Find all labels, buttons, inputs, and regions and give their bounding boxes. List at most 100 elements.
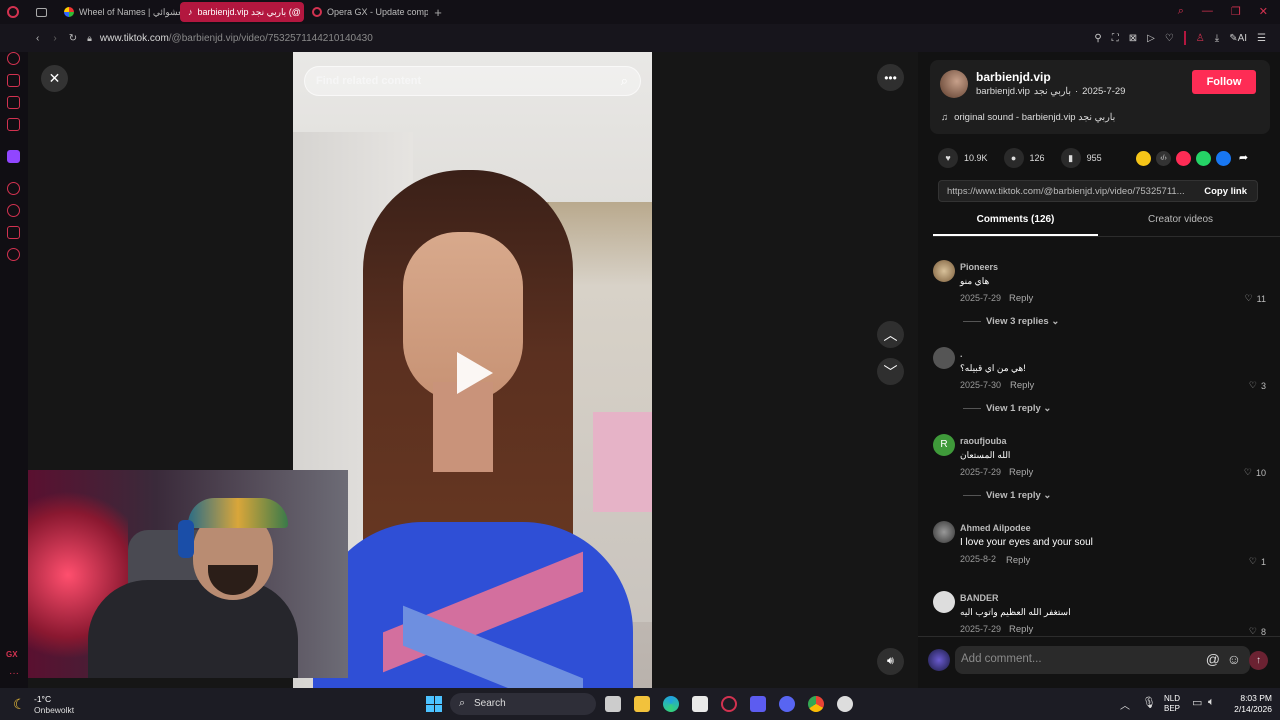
comment-username[interactable]: Ahmed Ailpodee — [960, 523, 1031, 533]
windows-start-icon[interactable] — [426, 696, 442, 712]
comment-like[interactable]: ♡ 3 — [1249, 380, 1266, 391]
reply-button[interactable]: Reply — [1010, 380, 1034, 391]
reply-button[interactable]: Reply — [1009, 467, 1033, 478]
sidebar-chat-icon[interactable] — [7, 226, 20, 239]
sidebar-twitch-icon[interactable] — [7, 150, 20, 163]
share-arrow-icon[interactable]: ➦ — [1236, 151, 1251, 166]
pin-icon[interactable]: ⚲ — [1094, 33, 1101, 44]
previous-video-button[interactable]: ︿ — [877, 321, 904, 348]
adblock-icon[interactable]: ⊠ — [1129, 33, 1137, 44]
sound-link[interactable]: ♫ original sound - barbienjd.vip باربي ن… — [941, 112, 1115, 123]
tab-comments[interactable]: Comments (126) — [933, 214, 1098, 236]
obs-icon[interactable] — [837, 696, 853, 712]
post-comment-button[interactable]: ↑ — [1249, 651, 1268, 670]
author-username[interactable]: barbienjd.vip — [976, 70, 1051, 84]
comment-avatar[interactable] — [933, 260, 955, 282]
reply-button[interactable]: Reply — [1006, 555, 1030, 566]
sidebar-store-icon[interactable] — [7, 74, 20, 87]
comment-avatar[interactable] — [933, 591, 955, 613]
profile-icon[interactable]: ♙ — [1196, 33, 1205, 44]
heart-bookmark-icon[interactable]: ♡ — [1165, 33, 1174, 44]
comment-username[interactable]: raoufjouba — [960, 436, 1007, 446]
discord-icon[interactable] — [779, 696, 795, 712]
repost-icon[interactable] — [1136, 151, 1151, 166]
next-video-button[interactable]: ﹀ — [877, 358, 904, 385]
find-related-search[interactable]: Find related content ⌕ — [304, 66, 641, 96]
send-icon[interactable] — [1176, 151, 1191, 166]
sidebar-gx-icon[interactable]: GX — [6, 650, 18, 659]
sidebar-history-icon[interactable] — [7, 204, 20, 217]
comment-like[interactable]: ♡ 11 — [1245, 293, 1266, 304]
tray-chevron-icon[interactable]: ︿ — [1120, 697, 1130, 712]
minimize-icon[interactable]: — — [1202, 5, 1213, 18]
reply-button[interactable]: Reply — [1009, 624, 1033, 635]
forward-icon[interactable]: › — [53, 33, 56, 44]
back-icon[interactable]: ‹ — [36, 33, 39, 44]
player-icon[interactable]: ▷ — [1147, 33, 1155, 44]
tab-tiktok[interactable]: ♪ barbienjd.vip باربي نجد (@ — [180, 2, 304, 22]
search-tabs-icon[interactable]: ⌕ — [1178, 5, 1184, 18]
sidebar-more-icon[interactable]: ··· — [9, 668, 19, 679]
tab-wheel-of-names[interactable]: Wheel of Names | العشوائي — [56, 2, 180, 22]
mention-icon[interactable]: @ — [1206, 651, 1220, 667]
sidebar-gx-corner-icon[interactable] — [7, 52, 20, 65]
comment-username[interactable]: . — [960, 349, 963, 359]
taskbar-search[interactable]: ⌕ Search — [450, 693, 596, 715]
opera-logo-icon[interactable] — [0, 0, 26, 24]
ai-button[interactable]: ✎AI — [1229, 33, 1247, 44]
menu-icon[interactable]: ☰ — [1257, 33, 1266, 44]
copy-link-button[interactable]: Copy link — [1204, 186, 1247, 197]
speaker-icon[interactable]: 🔈︎ — [1208, 696, 1215, 709]
maximize-icon[interactable]: ❐ — [1231, 5, 1241, 18]
facebook-icon[interactable] — [1216, 151, 1231, 166]
comment-username[interactable]: BANDER — [960, 593, 999, 603]
comment-avatar[interactable] — [933, 347, 955, 369]
microphone-icon[interactable]: 🎙︎ — [1142, 696, 1156, 709]
view-replies-button[interactable]: View 3 replies ⌄ — [986, 316, 1059, 327]
language-indicator[interactable]: NLD BEP — [1164, 694, 1180, 714]
file-explorer-icon[interactable] — [634, 696, 650, 712]
tab-opera-gx[interactable]: Opera GX - Update comple — [304, 2, 428, 22]
reload-icon[interactable]: ↻ — [69, 33, 77, 44]
emoji-icon[interactable]: ☺ — [1227, 651, 1241, 667]
sidebar-settings-icon[interactable] — [7, 248, 20, 261]
save-button[interactable]: ▮ — [1060, 148, 1081, 168]
whatsapp-icon[interactable] — [1196, 151, 1211, 166]
network-icon[interactable]: ▭ — [1192, 696, 1202, 709]
like-button[interactable]: ♥ — [938, 148, 958, 168]
clock[interactable]: 8:03 PM 2/14/2026 — [1226, 693, 1272, 715]
weather-moon-icon[interactable]: ☾ — [13, 696, 26, 713]
search-icon[interactable]: ⌕ — [621, 73, 628, 89]
comment-avatar[interactable] — [933, 521, 955, 543]
volume-button[interactable]: 🔊︎ — [877, 648, 904, 675]
close-window-icon[interactable]: ✕ — [1259, 5, 1268, 18]
media-app-icon[interactable] — [750, 696, 766, 712]
tab-island-icon[interactable] — [26, 0, 56, 24]
opera-gx-taskbar-icon[interactable] — [721, 696, 737, 712]
reply-button[interactable]: Reply — [1009, 293, 1033, 304]
author-avatar[interactable] — [940, 70, 968, 98]
comment-like[interactable]: ♡ 1 — [1249, 556, 1266, 567]
url-field[interactable]: www.tiktok.com/@barbienjd.vip/video/7532… — [100, 33, 373, 44]
sidebar-player-icon[interactable] — [7, 182, 20, 195]
comment-input[interactable]: Add comment... @ ☺ — [955, 646, 1250, 674]
comment-like[interactable]: ♡ 10 — [1244, 467, 1266, 478]
my-avatar[interactable] — [928, 649, 950, 671]
new-tab-plus-icon[interactable]: + — [428, 5, 448, 20]
chrome-icon[interactable] — [808, 696, 824, 712]
view-replies-button[interactable]: View 1 reply ⌄ — [986, 490, 1051, 501]
weather-desc[interactable]: Onbewolkt — [34, 705, 74, 715]
view-replies-button[interactable]: View 1 reply ⌄ — [986, 403, 1051, 414]
comment-avatar[interactable]: R — [933, 434, 955, 456]
weather-temp[interactable]: -1°C — [34, 694, 51, 704]
tab-creator-videos[interactable]: Creator videos — [1098, 214, 1263, 236]
embed-icon[interactable]: ‹/› — [1156, 151, 1171, 166]
sidebar-gamepad-icon[interactable] — [7, 96, 20, 109]
task-view-icon[interactable] — [605, 696, 621, 712]
edge-icon[interactable] — [663, 696, 679, 712]
more-options-button[interactable]: ••• — [877, 64, 904, 91]
follow-button[interactable]: Follow — [1192, 70, 1256, 94]
download-icon[interactable]: ⤓ — [1215, 33, 1219, 44]
snapshot-icon[interactable]: ⛶ — [1112, 33, 1119, 44]
comment-button[interactable]: ● — [1003, 148, 1024, 168]
